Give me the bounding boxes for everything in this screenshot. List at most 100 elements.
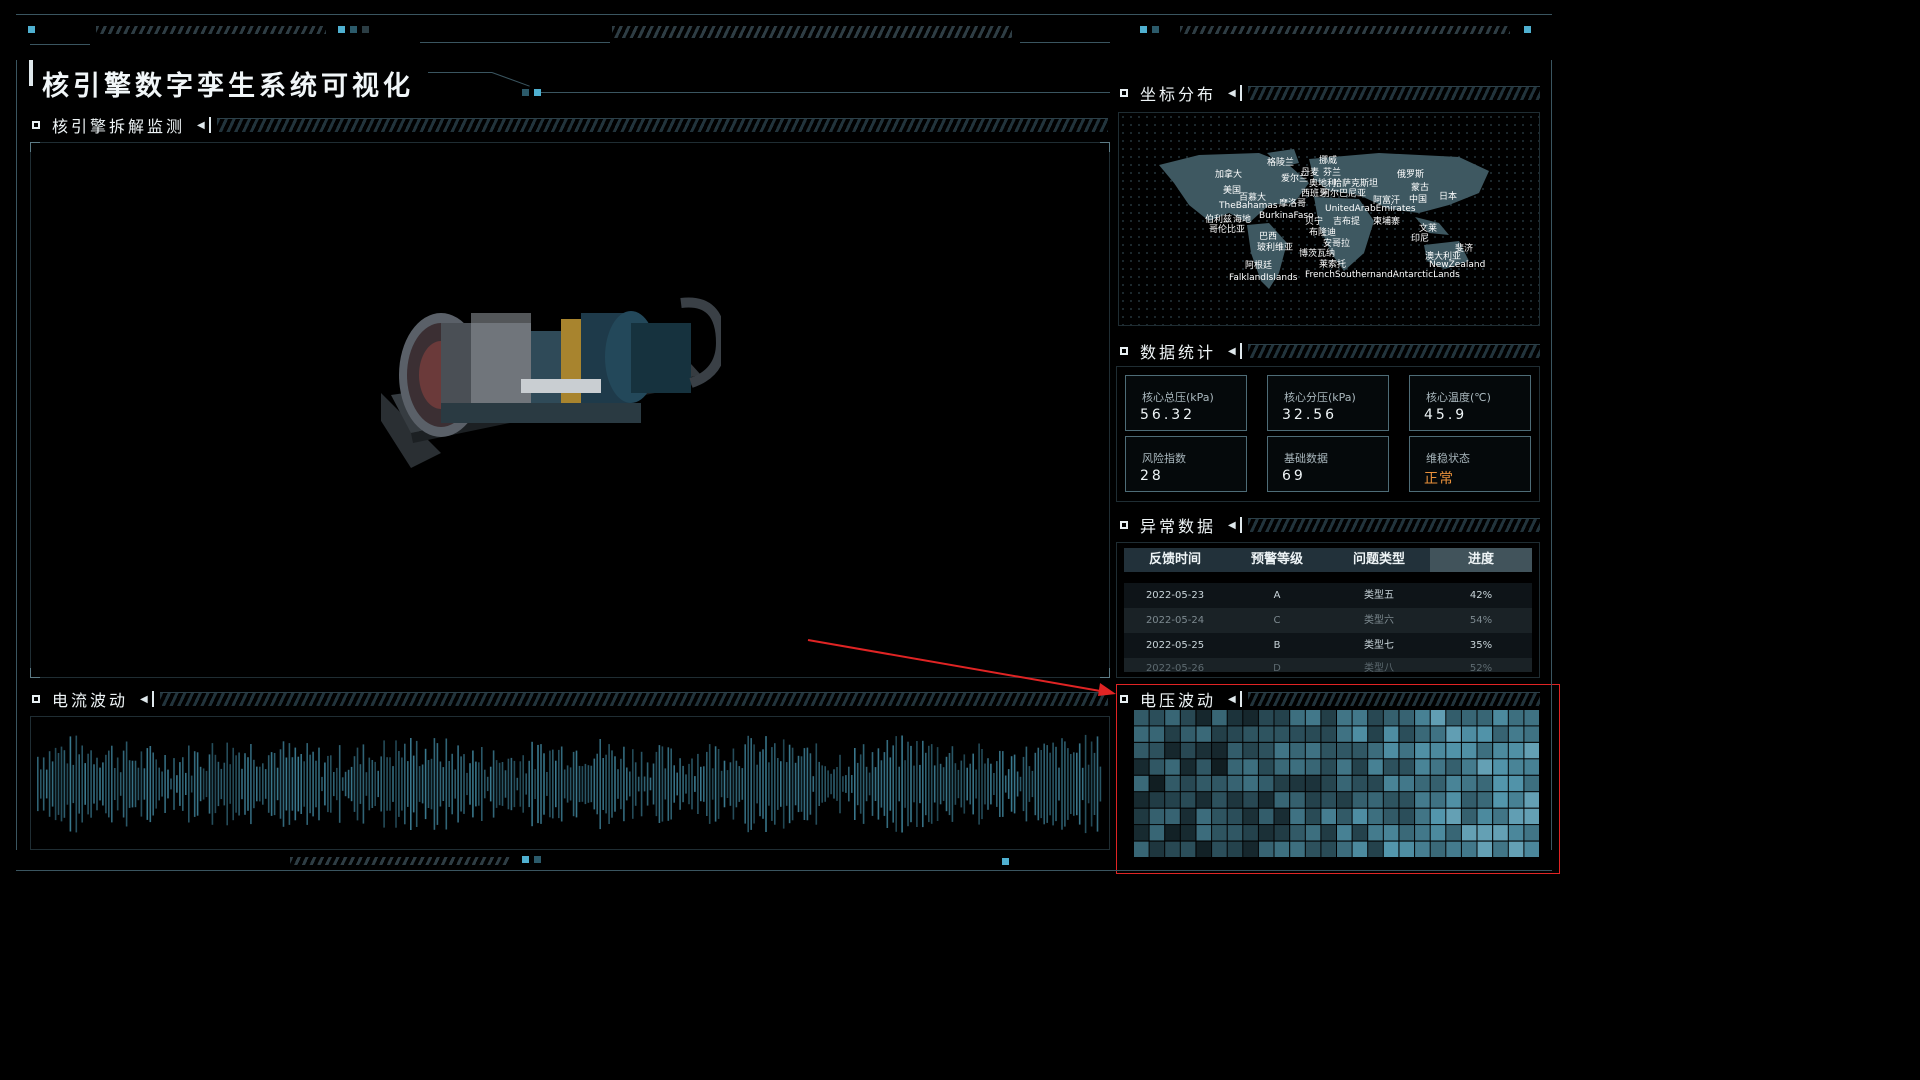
map-label: 柬埔寨: [1373, 217, 1401, 227]
stat-card: 基础数据 69: [1267, 436, 1389, 492]
wave-bar: [303, 761, 305, 807]
wave-bar: [859, 754, 862, 814]
wave-bar: [537, 744, 539, 824]
wave-bar: [925, 752, 927, 816]
wave-bar: [889, 757, 892, 811]
stat-value: 69: [1282, 468, 1306, 484]
wave-bar: [507, 758, 510, 810]
wave-bar: [466, 772, 468, 796]
wave-bar: [1087, 764, 1090, 804]
wave-bar: [185, 772, 187, 795]
wave-bar: [418, 766, 421, 802]
wave-bar: [856, 762, 859, 806]
wave-bar: [442, 767, 445, 801]
wave-bar: [546, 772, 548, 796]
wave-bar: [362, 744, 365, 824]
wave-bar: [60, 746, 63, 822]
wave-bar: [45, 769, 48, 799]
current-wave-chart[interactable]: [30, 716, 1110, 850]
column-header[interactable]: 进度: [1430, 548, 1532, 572]
wave-bar: [96, 757, 98, 811]
table-row[interactable]: 2022-05-26 D 类型八 52%: [1124, 658, 1532, 672]
wave-bar: [128, 760, 131, 808]
wave-bar: [569, 767, 572, 801]
wave-bar: [706, 751, 708, 816]
wave-bar: [738, 766, 741, 802]
deco-square: [534, 856, 541, 863]
wave-bar: [294, 747, 297, 821]
wave-bar: [300, 754, 302, 814]
wave-bar: [933, 765, 936, 803]
wave-bar: [812, 776, 815, 792]
wave-bar: [972, 753, 974, 815]
wave-bar: [158, 767, 160, 801]
wave-bar: [646, 762, 649, 806]
wave-bar: [540, 744, 542, 824]
engine-panel-header: 核引擎拆解监测 ◀: [28, 112, 1108, 138]
map-label: 斐济: [1455, 244, 1474, 254]
wave-bar: [167, 769, 169, 799]
wave-bar: [611, 750, 613, 818]
wave-bar: [374, 761, 376, 806]
wave-bar: [685, 774, 687, 794]
wave-bar: [247, 757, 249, 811]
wave-bar: [430, 758, 433, 810]
column-header[interactable]: 预警等级: [1226, 548, 1328, 572]
wave-bar: [708, 744, 711, 824]
column-header[interactable]: 问题类型: [1328, 548, 1430, 572]
wave-bar: [1022, 756, 1025, 812]
wave-bar: [700, 766, 702, 802]
wave-bar: [37, 756, 39, 812]
wave-bar: [987, 758, 989, 810]
wave-bar: [427, 760, 430, 808]
wave-bar: [904, 760, 906, 808]
engine-viewport[interactable]: [30, 142, 1110, 678]
wave-bar: [433, 738, 436, 830]
engine-panel-title: 核引擎拆解监测: [52, 117, 186, 136]
wave-bar: [954, 763, 957, 805]
wave-bar: [1078, 743, 1081, 825]
wave-bar: [481, 747, 483, 821]
stat-card: 维稳状态 正常: [1409, 436, 1531, 492]
wave-bar: [412, 755, 415, 813]
wave-bar: [608, 744, 610, 824]
wave-bar: [140, 751, 143, 817]
wave-bar: [1040, 750, 1042, 819]
wave-bar: [63, 750, 66, 818]
wave-bar: [842, 776, 844, 792]
wave-bar: [513, 760, 516, 808]
wave-bar: [291, 757, 294, 811]
wave-bar: [341, 777, 344, 791]
engine-model-image[interactable]: [381, 283, 721, 473]
wave-bar: [182, 757, 184, 811]
right-frame-line: [1551, 60, 1552, 850]
wave-bar: [1016, 771, 1019, 797]
stat-card: 风险指数 28: [1125, 436, 1247, 492]
wave-bar: [874, 767, 877, 801]
table-row[interactable]: 2022-05-23 A 类型五 42%: [1124, 583, 1532, 608]
deco-square: [522, 89, 529, 96]
wave-bar: [800, 756, 803, 812]
panel-square-icon: [1120, 347, 1128, 355]
wave-bar: [593, 758, 596, 810]
table-row[interactable]: 2022-05-25 B 类型七 35%: [1124, 633, 1532, 658]
stat-label: 核心温度(℃): [1426, 391, 1491, 404]
wave-bar: [223, 762, 226, 806]
table-row[interactable]: 2022-05-24 C 类型六 54%: [1124, 608, 1532, 633]
table-header: 反馈时间 预警等级 问题类型 进度: [1124, 548, 1532, 572]
wave-bar: [563, 769, 566, 799]
wave-bar: [164, 755, 166, 813]
column-header[interactable]: 反馈时间: [1124, 548, 1226, 572]
wave-bar: [421, 764, 424, 804]
wave-bar: [48, 751, 51, 817]
wave-bar: [1046, 745, 1048, 823]
world-map[interactable]: 格陵兰 挪威 加拿大 丹麦 芬兰 爱尔兰 奥地利 哈萨克斯坦 俄罗斯 美国 西班…: [1118, 112, 1540, 326]
map-label: 莱索托: [1319, 260, 1347, 270]
wave-bar: [407, 761, 409, 807]
wave-bar: [596, 753, 598, 815]
wave-bar: [504, 770, 507, 798]
wave-bar: [105, 754, 107, 814]
wave-bar: [966, 767, 968, 801]
stat-card: 核心总压(kPa) 56.32: [1125, 375, 1247, 431]
wave-bar: [794, 762, 797, 806]
